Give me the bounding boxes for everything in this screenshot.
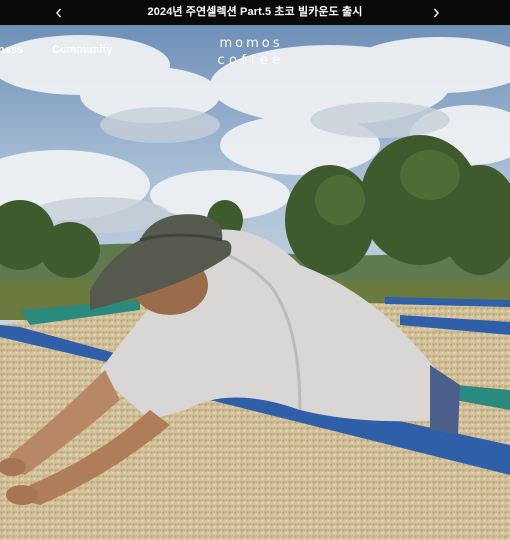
brand-logo[interactable]: momos coffee	[216, 35, 286, 69]
nav-item-community[interactable]: Community	[52, 44, 113, 56]
chevron-right-icon[interactable]	[426, 0, 446, 25]
logo-line-2: coffee	[217, 53, 285, 68]
announcement-bar: 2024년 주연셀렉션 Part.5 초코 빌카운도 출시	[0, 0, 510, 25]
logo-line-1: momos	[219, 36, 283, 51]
hero-image	[0, 25, 510, 540]
nav-item-business[interactable]: ness	[0, 44, 23, 56]
